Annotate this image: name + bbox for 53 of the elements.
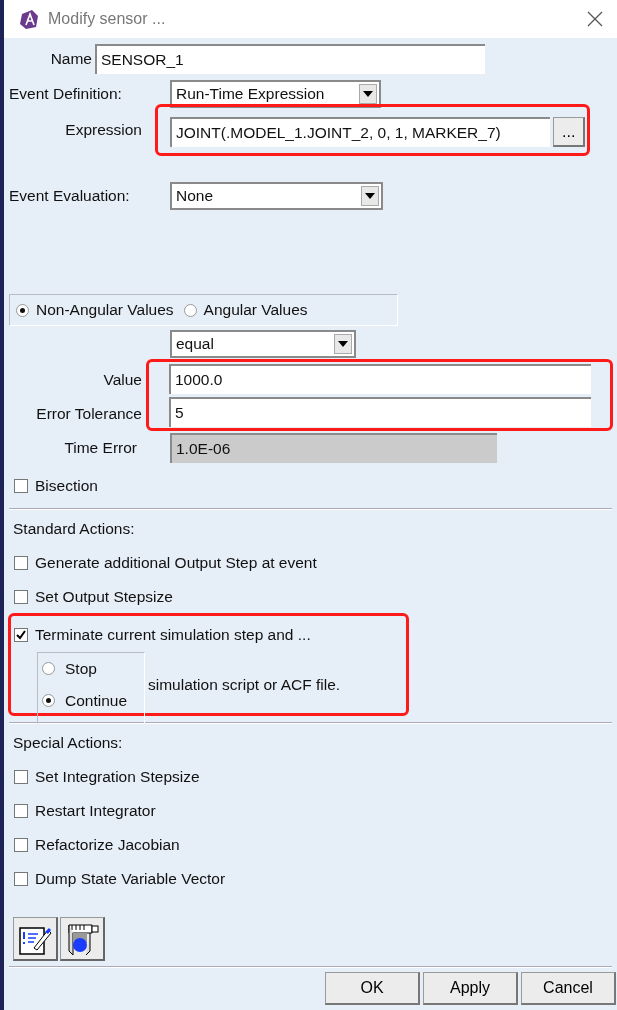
checkbox-label: Dump State Variable Vector xyxy=(35,869,226,890)
comparison-dropdown[interactable]: equal xyxy=(170,330,356,358)
checkbox[interactable] xyxy=(14,838,28,852)
checkbox[interactable] xyxy=(14,556,28,570)
checkbox-label: Set Integration Stepsize xyxy=(35,767,200,788)
browse-button[interactable]: ... xyxy=(553,117,585,147)
checkbox[interactable] xyxy=(14,590,28,604)
tolerance-field[interactable]: 5 xyxy=(169,397,591,427)
checkbox[interactable] xyxy=(14,479,28,493)
value-field[interactable]: 1000.0 xyxy=(169,364,591,394)
checkbox[interactable] xyxy=(14,770,28,784)
time-error-field: 1.0E-06 xyxy=(170,433,497,463)
app-icon xyxy=(18,8,40,30)
measure-button[interactable] xyxy=(60,917,105,961)
dialog-button[interactable]: Apply xyxy=(423,972,518,1005)
description-text: simulation script or ACF file. xyxy=(148,675,341,696)
checkbox-label: Set Output Stepsize xyxy=(35,587,173,608)
field-label: Expression xyxy=(64,120,142,141)
expression-field[interactable]: JOINT(.MODEL_1.JOINT_2, 0, 1, MARKER_7) xyxy=(170,117,551,147)
section-heading: Special Actions: xyxy=(13,733,124,753)
window-title: Modify sensor ... xyxy=(48,9,166,29)
field-label: Time Error xyxy=(63,438,137,459)
dialog-button[interactable]: Cancel xyxy=(521,972,616,1005)
dropdown-arrow-icon xyxy=(363,91,373,97)
radio-label: Angular Values xyxy=(203,300,308,321)
radio-button[interactable] xyxy=(183,303,197,317)
checkbox-label: Generate additional Output Step at event xyxy=(35,553,317,574)
dropdown-arrow-icon xyxy=(338,341,348,347)
dropdown-arrow-icon xyxy=(365,193,375,199)
field-label: Event Evaluation: xyxy=(8,186,131,207)
field-label: Event Definition: xyxy=(8,84,123,105)
checkbox[interactable] xyxy=(14,628,28,642)
edit-button[interactable] xyxy=(13,917,58,961)
radio-label: Non-Angular Values xyxy=(36,300,174,321)
radio-label: Stop xyxy=(65,659,97,679)
radio-button[interactable] xyxy=(42,662,55,676)
radio-button[interactable] xyxy=(16,303,29,317)
close-icon[interactable] xyxy=(587,11,603,27)
checkbox[interactable] xyxy=(14,804,28,818)
checkbox-label: Bisection xyxy=(35,476,98,497)
checkbox-label: Refactorize Jacobian xyxy=(35,835,180,856)
checkbox-label: Restart Integrator xyxy=(35,801,156,822)
field-label: Name xyxy=(49,49,92,70)
radio-button[interactable] xyxy=(42,694,55,708)
field-label: Error Tolerance xyxy=(35,404,142,424)
section-heading: Standard Actions: xyxy=(13,519,136,539)
checkbox-label: Terminate current simulation step and ... xyxy=(35,625,311,646)
name-field[interactable]: SENSOR_1 xyxy=(95,44,485,74)
checkbox[interactable] xyxy=(14,872,28,886)
event-evaluation-dropdown[interactable]: None xyxy=(170,182,383,210)
field-label: Value xyxy=(102,370,142,390)
dialog-button[interactable]: OK xyxy=(325,972,420,1005)
radio-label: Continue xyxy=(65,691,128,712)
